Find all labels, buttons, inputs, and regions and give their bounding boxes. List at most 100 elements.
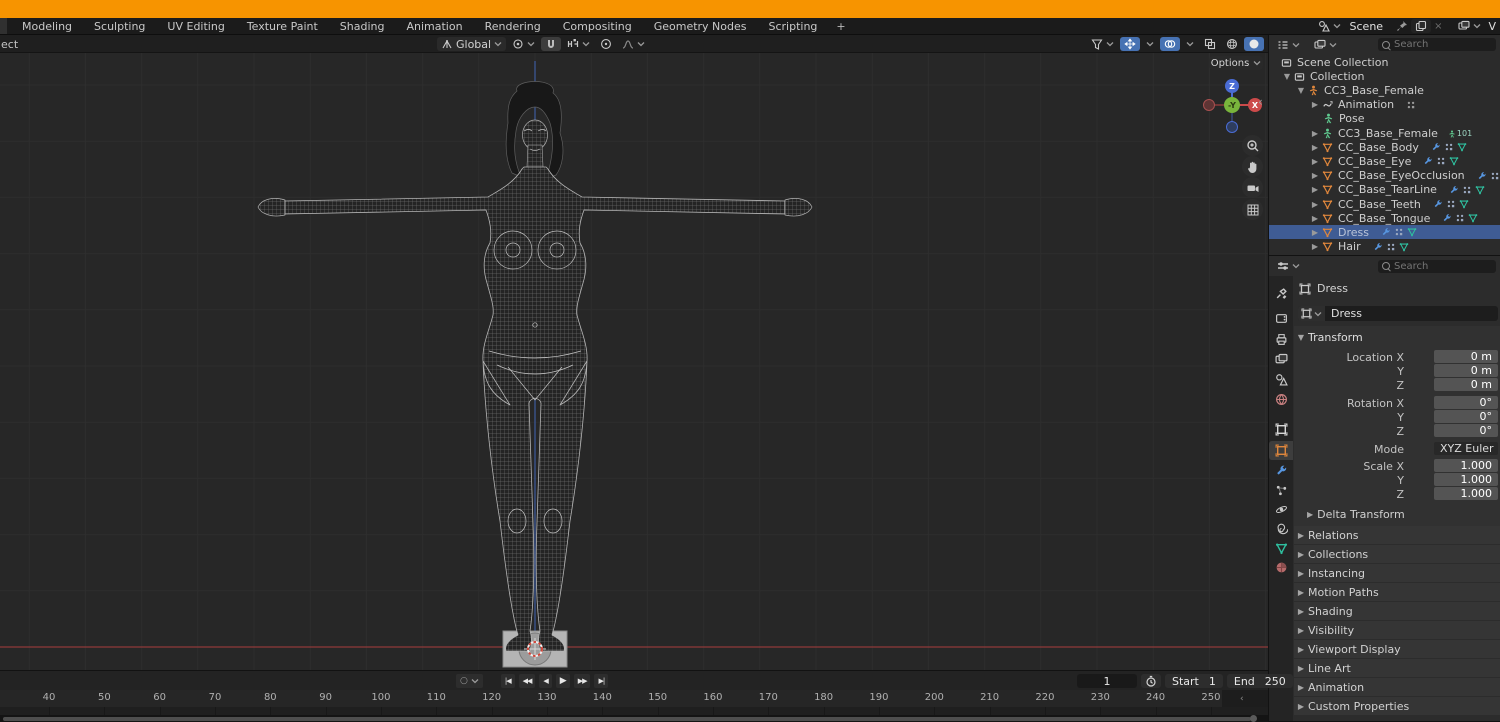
expander-right-icon[interactable]: ▶ — [1310, 214, 1320, 223]
expander-right-icon[interactable]: ▶ — [1310, 143, 1320, 152]
workspace-tab-partial[interactable] — [0, 18, 7, 34]
outliner-row-cc-base-tongue[interactable]: ▶ CC_Base_Tongue — [1269, 211, 1500, 225]
camera-view-button[interactable] — [1242, 177, 1263, 198]
wrench-icon[interactable] — [1431, 142, 1441, 152]
outliner-row-cc-base-eyeocclusion[interactable]: ▶ CC_Base_EyeOcclusion — [1269, 169, 1500, 183]
panel-custom-properties[interactable]: ▶ Custom Properties — [1294, 697, 1500, 715]
pivot-point-dropdown[interactable] — [508, 37, 539, 51]
transform-value-field[interactable]: 1.000 — [1434, 487, 1498, 500]
panel-viewport-display[interactable]: ▶ Viewport Display — [1294, 640, 1500, 658]
wrench-icon[interactable] — [1449, 185, 1459, 195]
properties-tab-render[interactable] — [1269, 309, 1293, 328]
current-frame-field[interactable]: 1 — [1077, 674, 1137, 688]
outliner-row-cc-base-body[interactable]: ▶ CC_Base_Body — [1269, 140, 1500, 154]
jump-to-start-button[interactable]: |◀ — [500, 674, 515, 688]
outliner-row-cc-base-teeth[interactable]: ▶ CC_Base_Teeth — [1269, 197, 1500, 211]
frame-end-field[interactable]: End 250 — [1226, 674, 1293, 688]
anim-dots-icon[interactable] — [1406, 100, 1416, 110]
panel-line-art[interactable]: ▶ Line Art — [1294, 659, 1500, 677]
panel-collections[interactable]: ▶ Collections — [1294, 545, 1500, 563]
properties-tab-particles[interactable] — [1269, 481, 1293, 500]
show-gizmo-toggle[interactable] — [1120, 37, 1140, 51]
outliner-row-dress[interactable]: ▶ Dress — [1269, 225, 1500, 240]
panel-relations[interactable]: ▶ Relations — [1294, 526, 1500, 544]
editor-type-dropdown[interactable] — [1273, 38, 1304, 52]
workspace-tab-scripting[interactable]: Scripting — [758, 20, 829, 33]
modifier-icon[interactable] — [1444, 142, 1454, 152]
expander-down-icon[interactable]: ▼ — [1282, 72, 1292, 81]
outliner-search[interactable] — [1378, 38, 1496, 51]
object-name-field[interactable]: Dress — [1325, 307, 1362, 320]
transform-panel-header[interactable]: ▼ Transform — [1294, 328, 1363, 346]
next-keyframe-button[interactable]: ▶▶ — [573, 674, 591, 688]
modifier-icon[interactable] — [1446, 199, 1456, 209]
outliner-row-cc-base-eye[interactable]: ▶ CC_Base_Eye — [1269, 154, 1500, 168]
modifier-icon[interactable] — [1394, 227, 1404, 237]
panel-motion-paths[interactable]: ▶ Motion Paths — [1294, 583, 1500, 601]
shading-solid-button[interactable] — [1244, 37, 1264, 51]
view-layer-browse-button[interactable] — [1454, 19, 1485, 33]
options-button[interactable]: Options — [1209, 56, 1263, 70]
panel-visibility[interactable]: ▶ Visibility — [1294, 621, 1500, 639]
transform-value-field[interactable]: 0 m — [1434, 350, 1498, 363]
meshdata-icon[interactable] — [1457, 142, 1467, 152]
gizmo-neg-x-axis[interactable] — [1203, 99, 1215, 111]
meshdata-icon[interactable] — [1468, 213, 1478, 223]
timeline-ruler[interactable]: 40 50 60 70 80 90 100 110 120 130 140 150 160 170 180 1… — [0, 690, 1268, 715]
shading-wireframe-button[interactable] — [1222, 37, 1242, 51]
properties-tab-output[interactable] — [1269, 330, 1293, 349]
workspace-tab-animation[interactable]: Animation — [395, 20, 473, 33]
play-reverse-button[interactable]: ◀ — [539, 674, 552, 688]
workspace-tab-uv-editing[interactable]: UV Editing — [156, 20, 235, 33]
expander-right-icon[interactable]: ▶ — [1310, 171, 1320, 180]
pin-icon[interactable] — [1396, 20, 1408, 32]
snap-with-dropdown[interactable] — [563, 37, 594, 51]
workspace-tab-texture-paint[interactable]: Texture Paint — [236, 20, 329, 33]
object-type-visibility-dropdown[interactable] — [1087, 37, 1118, 51]
workspace-tab-modeling[interactable]: Modeling — [11, 20, 83, 33]
outliner-display-mode-dropdown[interactable] — [1310, 38, 1341, 52]
outliner-row-hair[interactable]: ▶ Hair — [1269, 240, 1500, 254]
wrench-icon[interactable] — [1423, 156, 1433, 166]
properties-tab-world[interactable] — [1269, 390, 1293, 409]
panel-instancing[interactable]: ▶ Instancing — [1294, 564, 1500, 582]
panel-shading[interactable]: ▶ Shading — [1294, 602, 1500, 620]
expander-right-icon[interactable]: ▶ — [1310, 157, 1320, 166]
overlays-dropdown[interactable] — [1182, 37, 1198, 51]
properties-tab-view-layer[interactable] — [1269, 350, 1293, 369]
wrench-icon[interactable] — [1381, 227, 1391, 237]
properties-search-input[interactable] — [1394, 260, 1492, 272]
snap-toggle[interactable] — [541, 37, 562, 51]
meshdata-icon[interactable] — [1399, 242, 1409, 252]
properties-tab-tool[interactable] — [1269, 284, 1293, 303]
workspace-tab-sculpting[interactable]: Sculpting — [83, 20, 156, 33]
outliner-row-pose[interactable]: Pose — [1269, 112, 1500, 126]
properties-tab-constraints[interactable] — [1269, 519, 1293, 538]
expander-right-icon[interactable]: ▶ — [1310, 242, 1320, 251]
object-browse-button[interactable] — [1298, 306, 1325, 321]
wrench-icon[interactable] — [1477, 171, 1487, 181]
xray-toggle[interactable] — [1200, 37, 1220, 51]
expander-down-icon[interactable]: ▼ — [1296, 86, 1306, 95]
use-preview-range-button[interactable] — [1141, 674, 1161, 688]
meshdata-icon[interactable] — [1459, 199, 1469, 209]
new-scene-button[interactable] — [1411, 19, 1432, 33]
meshdata-icon[interactable] — [1449, 156, 1459, 166]
modifier-icon[interactable] — [1462, 185, 1472, 195]
expander-right-icon[interactable]: ▶ — [1310, 200, 1320, 209]
outliner-row-cc-base-tearline[interactable]: ▶ CC_Base_TearLine — [1269, 183, 1500, 197]
panel-animation[interactable]: ▶ Animation — [1294, 678, 1500, 696]
previous-keyframe-button[interactable]: ◀◀ — [518, 674, 536, 688]
transform-value-field[interactable]: 0 m — [1434, 378, 1498, 391]
timeline-channels[interactable] — [0, 707, 1268, 715]
outliner-row-cc3-base-female[interactable]: ▶ CC3_Base_Female 101 — [1269, 126, 1500, 140]
modifier-icon[interactable] — [1455, 213, 1465, 223]
modifier-icon[interactable] — [1386, 242, 1396, 252]
zoom-view-button[interactable] — [1242, 135, 1263, 156]
3d-viewport[interactable]: Options Z X -Y ‹ — [0, 53, 1268, 670]
move-view-button[interactable] — [1242, 156, 1263, 177]
transform-orientation-dropdown[interactable]: Global — [437, 37, 507, 51]
play-button[interactable]: ▶ — [555, 674, 570, 688]
gizmo-neg-z-axis[interactable] — [1226, 121, 1238, 133]
delta-transform-subpanel[interactable]: ▶ Delta Transform — [1307, 508, 1405, 521]
